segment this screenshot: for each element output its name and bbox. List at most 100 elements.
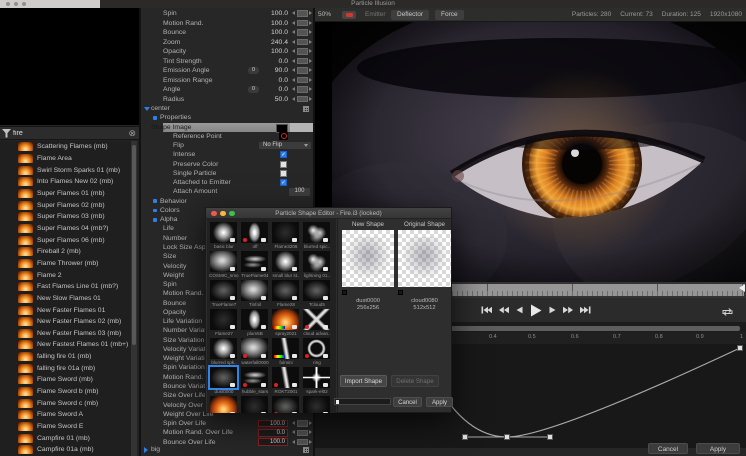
list-item[interactable]: Super Flames 06 (mb) <box>0 234 131 246</box>
decrement-icon[interactable] <box>292 49 295 54</box>
increment-icon[interactable] <box>309 87 312 92</box>
play-button[interactable] <box>530 304 542 317</box>
shape-tile[interactable]: blurred spk.. <box>209 337 239 366</box>
shape-tile[interactable]: plum5B <box>240 308 270 337</box>
increment-icon[interactable] <box>309 30 312 35</box>
value-slider[interactable] <box>297 95 308 103</box>
value-slider[interactable] <box>297 86 308 93</box>
shape-tile[interactable]: spark-el02 <box>302 366 332 395</box>
value-slider[interactable] <box>297 429 308 437</box>
list-item[interactable]: Swirl Storm Sparks 01 (mb) <box>0 164 131 176</box>
property-row[interactable]: Flip No Flip <box>141 141 313 150</box>
shape-tile[interactable]: Flame27 <box>209 308 239 337</box>
list-item[interactable]: Fast Flames Line 01 (mb?) <box>0 281 131 293</box>
list-item[interactable]: New Faster Flames 02 (mb) <box>0 316 131 328</box>
increment-icon[interactable] <box>309 430 312 435</box>
shape-tile[interactable] <box>209 395 239 413</box>
shape-tile[interactable] <box>271 395 301 413</box>
shape-size-slider[interactable] <box>334 398 391 405</box>
property-row[interactable]: Attached to Emitter ✓ <box>141 178 313 187</box>
shape-tile[interactable]: COSMIC_smo.. <box>209 250 239 279</box>
parameter-value[interactable]: 90.0 <box>275 66 288 76</box>
dialog-titlebar[interactable]: Particle Shape Editor - Fire.i3 (locked) <box>206 208 451 219</box>
property-row[interactable]: Single Particle <box>141 169 313 178</box>
emitter-icon[interactable] <box>342 10 356 19</box>
shape-tile[interactable]: Flame3206 <box>271 221 301 250</box>
shape-tile[interactable]: ROKT2001 <box>271 366 301 395</box>
increment-icon[interactable] <box>309 421 312 426</box>
value-slider[interactable] <box>297 10 308 17</box>
clear-search-icon[interactable]: ⊗ <box>128 128 136 139</box>
timeline-apply-button[interactable]: Apply <box>696 443 740 454</box>
timeline-cancel-button[interactable]: Cancel <box>648 443 688 454</box>
parameter-row[interactable]: Bounce 100.0 <box>141 28 313 38</box>
parameter-value[interactable]: 0.0 <box>279 76 288 86</box>
parameter-row[interactable]: Zoom 240.4 <box>141 38 313 48</box>
value-slider[interactable] <box>297 48 308 55</box>
shape-tile[interactable]: cloud advan.. <box>302 308 332 337</box>
property-row[interactable]: Preserve Color <box>141 160 313 169</box>
shape-tile[interactable]: lightning 01.. <box>302 250 332 279</box>
list-item[interactable]: Flame Area <box>0 153 131 165</box>
fast-backward-button[interactable] <box>499 306 509 314</box>
decrement-icon[interactable] <box>292 58 295 63</box>
decrement-icon[interactable] <box>292 96 295 101</box>
tree-collapsed-icon[interactable] <box>144 446 148 453</box>
increment-icon[interactable] <box>309 77 312 82</box>
checkbox[interactable] <box>280 160 287 168</box>
jump-to-start-button[interactable] <box>481 306 492 314</box>
shape-tile[interactable]: waterfall0000 <box>240 337 270 366</box>
list-item[interactable]: Campfire 01 (mb) <box>0 432 131 444</box>
tree-node-big[interactable]: big <box>141 445 313 456</box>
decrement-icon[interactable] <box>292 77 295 82</box>
checkbox[interactable]: ✓ <box>280 179 287 187</box>
parameter-row[interactable]: Tint Strength 0.0 <box>141 57 313 67</box>
decrement-icon[interactable] <box>292 430 295 435</box>
list-item[interactable]: Flame Sword A <box>0 409 131 421</box>
list-item[interactable]: Flame Sword c (mb) <box>0 397 131 409</box>
parameter-value[interactable]: 100.0 <box>271 28 288 38</box>
playhead-icon[interactable] <box>739 284 745 292</box>
increment-icon[interactable] <box>309 439 312 444</box>
grid-icon[interactable] <box>303 106 309 112</box>
value-slider[interactable] <box>297 29 308 36</box>
angle-dial[interactable]: 0 <box>248 67 259 74</box>
list-item[interactable]: New Fastest Flames 01 (mb+) <box>0 339 131 351</box>
tree-group-Behavior[interactable]: Behavior <box>141 197 313 206</box>
list-item[interactable]: falling fire 01a (mb) <box>0 362 131 374</box>
decrement-icon[interactable] <box>292 421 295 426</box>
shape-tile[interactable]: TrueFlame7 <box>209 279 239 308</box>
step-back-button[interactable] <box>516 306 523 314</box>
list-item[interactable]: Flame Sword (mb) <box>0 374 131 386</box>
parameter-row[interactable]: Radius 50.0 <box>141 95 313 105</box>
deflector-button[interactable]: Deflector <box>391 10 430 20</box>
shape-tile[interactable]: off <box>240 221 270 250</box>
property-row[interactable]: Reference Point <box>141 132 313 141</box>
decrement-icon[interactable] <box>292 20 295 25</box>
list-item[interactable]: falling fire 01 (mb) <box>0 351 131 363</box>
shape-tile[interactable]: Tcloud5 <box>302 279 332 308</box>
list-item[interactable]: Fireball 2 (mb) <box>0 246 131 258</box>
checkbox[interactable]: ✓ <box>280 151 287 159</box>
decrement-icon[interactable] <box>292 439 295 444</box>
property-row-selected[interactable]: Shape Image <box>141 122 313 133</box>
keyframed-value-field[interactable]: 0.0 <box>258 428 288 437</box>
parameter-value[interactable]: 100.0 <box>271 47 288 57</box>
value-slider[interactable] <box>297 420 308 427</box>
list-item[interactable]: Scattering Flames (mb) <box>0 141 131 153</box>
shape-tile[interactable]: small blur st.. <box>271 250 301 279</box>
list-item[interactable]: Flame Thrower (mb) <box>0 258 131 270</box>
increment-icon[interactable] <box>309 49 312 54</box>
step-forward-button[interactable] <box>549 306 556 314</box>
increment-icon[interactable] <box>309 20 312 25</box>
parameter-value[interactable]: 0.0 <box>279 85 288 95</box>
decrement-icon[interactable] <box>292 87 295 92</box>
checkbox[interactable] <box>280 169 287 177</box>
list-item[interactable]: Super Flames 01 (mb) <box>0 188 131 200</box>
import-shape-button[interactable]: Import Shape <box>340 375 387 387</box>
force-button[interactable]: Force <box>435 10 464 20</box>
increment-icon[interactable] <box>309 58 312 63</box>
parameter-value[interactable]: 100.0 <box>271 19 288 29</box>
shape-tile[interactable]: Tinfoil <box>240 279 270 308</box>
list-item[interactable]: New Slow Flames 01 <box>0 293 131 305</box>
